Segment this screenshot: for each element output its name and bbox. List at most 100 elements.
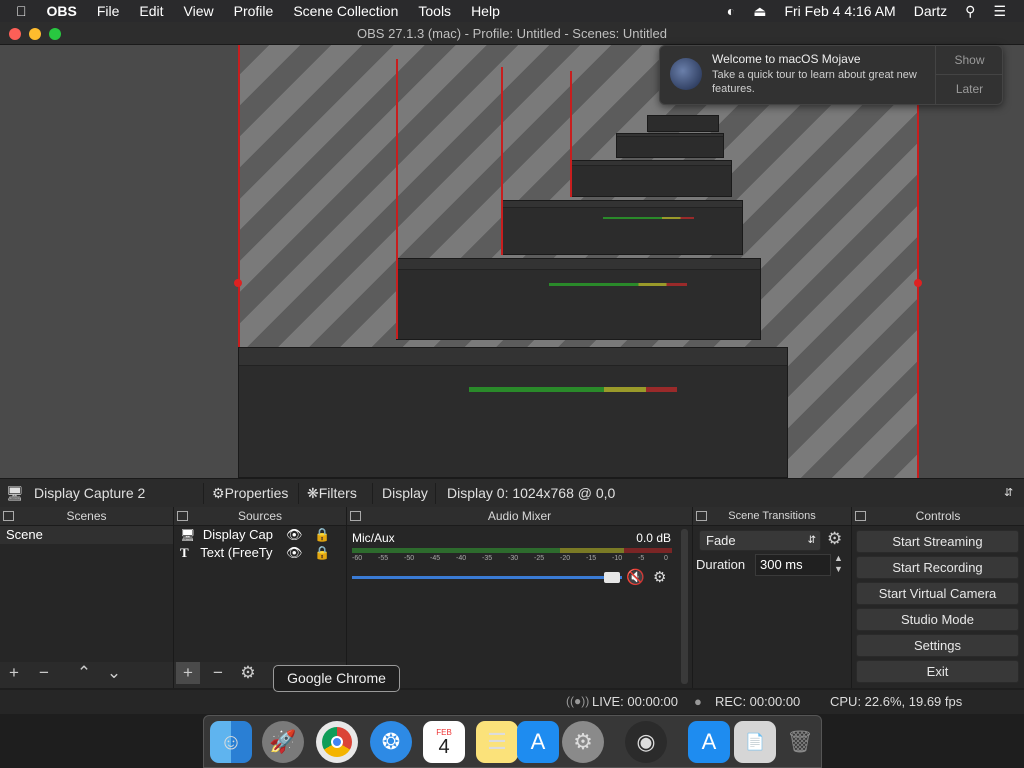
- spotlight-search-icon[interactable]: ⚲: [965, 3, 975, 20]
- mixer-scrollbar[interactable]: [681, 529, 688, 684]
- nested-capture-1: [238, 347, 788, 478]
- obs-icon[interactable]: ◉: [625, 721, 667, 763]
- undock-icon[interactable]: [696, 511, 707, 521]
- volume-slider[interactable]: [352, 576, 622, 579]
- display-select-arrows-icon[interactable]: ⇵: [1004, 479, 1013, 508]
- document-icon[interactable]: 📄: [734, 721, 776, 763]
- safari-icon[interactable]: ❂: [370, 721, 412, 763]
- exit-button[interactable]: Exit: [856, 660, 1019, 683]
- minimize-window-button[interactable]: [29, 28, 41, 40]
- nested-capture-6: [647, 115, 719, 132]
- system-preferences-icon[interactable]: ⚙: [562, 721, 604, 763]
- google-chrome-icon[interactable]: [316, 721, 358, 763]
- scene-transitions-header: Scene Transitions: [728, 510, 816, 522]
- transition-gear-icon[interactable]: ⚙: [827, 529, 842, 549]
- source-item[interactable]: 🖥 Display Cap 👁 🔒: [174, 526, 346, 544]
- sources-header: Sources: [237, 509, 283, 523]
- display-select[interactable]: Display 0: 1024x768 @ 0,0: [447, 479, 615, 508]
- undock-icon[interactable]: [3, 511, 14, 521]
- properties-label: Properties: [224, 485, 289, 501]
- trash-icon[interactable]: 🗑: [779, 721, 821, 763]
- close-window-button[interactable]: [9, 28, 21, 40]
- eye-icon[interactable]: 👁: [286, 526, 303, 544]
- resize-handle-left[interactable]: [234, 279, 242, 287]
- nested-capture-2: [396, 258, 761, 340]
- mixer-channel-name: Mic/Aux: [352, 531, 395, 545]
- studio-mode-button[interactable]: Studio Mode: [856, 608, 1019, 631]
- menubar-clock[interactable]: Fri Feb 4 4:16 AM: [784, 3, 895, 19]
- app-store-icon[interactable]: A: [517, 721, 559, 763]
- app-store-downloads-icon[interactable]: A: [688, 721, 730, 763]
- source-item[interactable]: T Text (FreeTy 👁 🔒: [174, 544, 346, 562]
- finder-icon[interactable]: ☺: [210, 721, 252, 763]
- menubar-user[interactable]: Dartz: [914, 3, 947, 19]
- zoom-window-button[interactable]: [49, 28, 61, 40]
- live-time: LIVE: 00:00:00: [592, 694, 679, 709]
- launchpad-icon[interactable]: 🚀: [262, 721, 304, 763]
- undock-icon[interactable]: [350, 511, 361, 521]
- menu-help[interactable]: Help: [471, 3, 500, 19]
- rec-dot-icon: ●: [694, 694, 702, 709]
- lock-icon[interactable]: 🔒: [314, 526, 330, 544]
- apple-icon[interactable]: : [16, 3, 27, 19]
- monitor-icon: 🖥: [6, 485, 24, 501]
- source-properties-gear-icon[interactable]: ⚙: [236, 662, 260, 684]
- scene-item[interactable]: Scene: [0, 526, 173, 544]
- settings-button[interactable]: Settings: [856, 634, 1019, 657]
- mixer-gear-icon[interactable]: ⚙: [653, 568, 666, 586]
- duration-stepper-icon[interactable]: ▲ ▼: [834, 553, 843, 575]
- obs-status-icon[interactable]: ◐: [727, 3, 735, 19]
- window-title: OBS 27.1.3 (mac) - Profile: Untitled - S…: [357, 26, 667, 41]
- muted-speaker-icon[interactable]: 🔇: [626, 568, 645, 586]
- meter-scale-tick: -60: [352, 555, 363, 562]
- move-scene-down-button[interactable]: ⌄: [102, 662, 126, 684]
- eye-icon[interactable]: 👁: [286, 544, 303, 562]
- menu-file[interactable]: File: [97, 3, 120, 19]
- menu-view[interactable]: View: [184, 3, 214, 19]
- remove-scene-button[interactable]: −: [32, 662, 56, 684]
- start-virtual-camera-button[interactable]: Start Virtual Camera: [856, 582, 1019, 605]
- resize-handle-right[interactable]: [914, 279, 922, 287]
- preview-canvas[interactable]: [0, 45, 1024, 478]
- undock-icon[interactable]: [177, 511, 188, 521]
- notification-later-button[interactable]: Later: [936, 75, 1003, 104]
- text-icon: T: [180, 545, 189, 560]
- window-titlebar: OBS 27.1.3 (mac) - Profile: Untitled - S…: [0, 22, 1024, 45]
- status-bar: ((●)) LIVE: 00:00:00 ● REC: 00:00:00 CPU…: [0, 690, 1024, 714]
- mojave-icon: [670, 58, 702, 90]
- filters-button[interactable]: ❋Filters: [307, 479, 357, 508]
- notification-show-button[interactable]: Show: [936, 46, 1003, 75]
- transition-select[interactable]: Fade ⇵: [699, 530, 821, 551]
- volume-slider-handle[interactable]: [604, 572, 620, 583]
- start-recording-button[interactable]: Start Recording: [856, 556, 1019, 579]
- menu-profile[interactable]: Profile: [234, 3, 274, 19]
- notification-center-icon[interactable]: ☰: [993, 3, 1006, 20]
- properties-button[interactable]: ⚙Properties: [212, 479, 288, 508]
- nested-capture-5: [616, 133, 724, 158]
- lock-icon[interactable]: 🔒: [314, 544, 330, 562]
- add-scene-button[interactable]: +: [2, 662, 26, 684]
- add-source-button[interactable]: +: [176, 662, 200, 684]
- move-scene-up-button[interactable]: ⌃: [72, 662, 96, 684]
- menu-edit[interactable]: Edit: [139, 3, 163, 19]
- menu-app-name[interactable]: OBS: [47, 3, 77, 19]
- meter-scale: -60 -55 -50 -45 -40 -35 -30 -25 -20 -15 -10 -5 0: [352, 555, 672, 565]
- eject-icon[interactable]: ⏏: [753, 3, 766, 20]
- undock-icon[interactable]: [855, 511, 866, 521]
- nested-capture-3: [501, 200, 743, 255]
- menu-tools[interactable]: Tools: [418, 3, 451, 19]
- filters-label: Filters: [318, 485, 357, 501]
- source-toolbar: 🖥 Display Capture 2 ⚙Properties ❋Filters…: [0, 478, 1024, 507]
- start-streaming-button[interactable]: Start Streaming: [856, 530, 1019, 553]
- nested-capture-4: [570, 160, 732, 197]
- remove-source-button[interactable]: −: [206, 662, 230, 684]
- notes-icon[interactable]: ☰: [476, 721, 518, 763]
- meter-scale-tick: -50: [404, 555, 415, 562]
- duration-input[interactable]: 300 ms: [755, 554, 831, 576]
- menu-scene-collection[interactable]: Scene Collection: [293, 3, 398, 19]
- cpu-fps: CPU: 22.6%, 19.69 fps: [830, 694, 963, 709]
- meter-scale-tick: 0: [664, 555, 668, 562]
- meter-scale-tick: -10: [612, 555, 623, 562]
- calendar-icon[interactable]: FEB 4: [423, 721, 465, 763]
- canvas-area[interactable]: [234, 45, 922, 478]
